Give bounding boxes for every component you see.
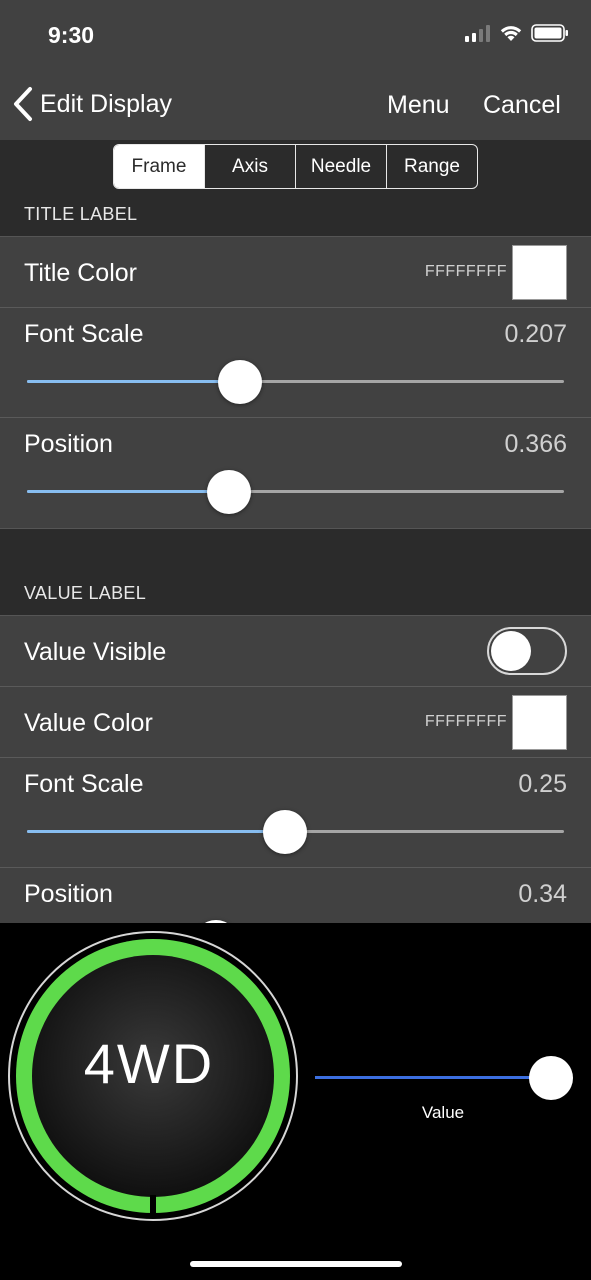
back-button[interactable]: Edit Display — [12, 86, 172, 122]
preview-slider-label: Value — [421, 1103, 465, 1122]
value-color-label: Value Color — [24, 709, 153, 737]
preview-value-slider[interactable] — [315, 1056, 573, 1100]
value-color-row[interactable]: Value Color FFFFFFFF — [0, 687, 591, 758]
slider-thumb[interactable] — [206, 470, 251, 514]
segmented-control: Frame Axis Needle Range — [113, 144, 478, 189]
value-position-label: Position — [24, 880, 113, 908]
title-position-label: Position — [24, 430, 113, 458]
value-label-group: Value Visible Value Color FFFFFFFF Font … — [0, 615, 591, 923]
slider-fill — [27, 830, 285, 833]
value-visible-row: Value Visible — [0, 616, 591, 687]
gauge-preview: 4WD Value — [0, 923, 591, 1280]
title-font-scale-value: 0.207 — [504, 320, 567, 348]
section-header-title-label: TITLE LABEL — [24, 204, 138, 224]
title-color-label: Title Color — [24, 259, 137, 287]
status-icons — [465, 24, 569, 42]
value-position-row: Position 0.34 — [0, 868, 591, 923]
title-color-row[interactable]: Title Color FFFFFFFF — [0, 237, 591, 308]
title-position-value: 0.366 — [504, 430, 567, 458]
title-color-swatch[interactable] — [512, 245, 567, 300]
status-bar: 9:30 — [0, 0, 591, 70]
value-visible-toggle[interactable] — [487, 627, 567, 675]
value-font-scale-row: Font Scale 0.25 — [0, 758, 591, 868]
cellular-signal-icon — [465, 25, 490, 42]
value-color-swatch[interactable] — [512, 695, 567, 750]
slider-fill — [27, 490, 229, 493]
chevron-left-icon — [14, 87, 32, 121]
value-color-hex: FFFFFFFF — [424, 713, 507, 730]
status-time: 9:30 — [48, 22, 95, 48]
tab-needle[interactable]: Needle — [295, 145, 386, 188]
gauge-value-text: 4WD — [83, 1032, 215, 1095]
home-indicator[interactable] — [190, 1261, 402, 1267]
tab-axis[interactable]: Axis — [204, 145, 295, 188]
title-position-row: Position 0.366 — [0, 418, 591, 528]
title-font-scale-row: Font Scale 0.207 — [0, 308, 591, 418]
title-position-slider[interactable] — [27, 470, 564, 514]
slider-thumb[interactable] — [262, 810, 307, 854]
navigation-bar: Edit Display Menu Cancel — [0, 70, 591, 140]
value-font-scale-label: Font Scale — [24, 770, 144, 798]
value-font-scale-slider[interactable] — [27, 810, 564, 854]
title-label-group: Title Color FFFFFFFF Font Scale 0.207 Po… — [0, 236, 591, 529]
tab-frame[interactable]: Frame — [114, 145, 204, 188]
title-color-hex: FFFFFFFF — [424, 263, 507, 280]
value-position-value: 0.34 — [518, 880, 567, 908]
slider-thumb[interactable] — [529, 1056, 573, 1100]
slider-fill — [315, 1076, 551, 1079]
title-font-scale-label: Font Scale — [24, 320, 144, 348]
toggle-knob — [491, 631, 531, 671]
tab-range[interactable]: Range — [386, 145, 477, 188]
value-font-scale-value: 0.25 — [518, 770, 567, 798]
battery-icon — [531, 24, 568, 42]
menu-button[interactable]: Menu — [387, 91, 450, 120]
slider-fill — [27, 380, 241, 383]
value-visible-label: Value Visible — [24, 638, 167, 666]
section-header-value-label: VALUE LABEL — [24, 583, 147, 603]
wifi-icon — [500, 26, 522, 41]
back-button-label: Edit Display — [40, 89, 172, 118]
title-font-scale-slider[interactable] — [27, 360, 564, 404]
slider-thumb[interactable] — [218, 360, 263, 404]
cancel-button[interactable]: Cancel — [483, 91, 561, 120]
settings-content[interactable]: Frame Axis Needle Range TITLE LABEL Titl… — [0, 140, 591, 923]
